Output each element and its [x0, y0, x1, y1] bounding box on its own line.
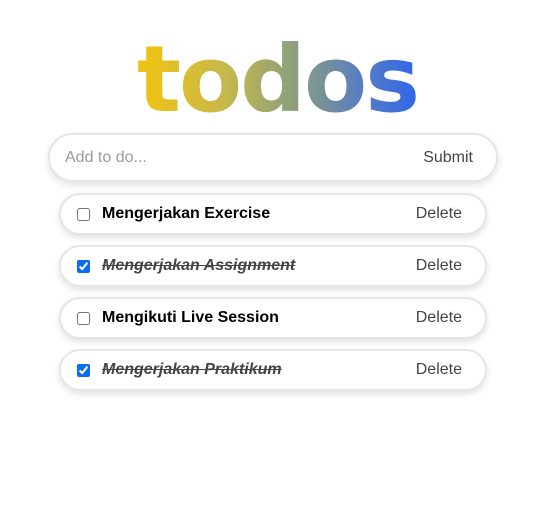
delete-button[interactable]: Delete — [406, 351, 485, 389]
app-title: todos — [0, 30, 555, 130]
todo-checkbox[interactable] — [77, 311, 90, 325]
todo-checkbox[interactable] — [77, 363, 90, 377]
todo-item: Mengerjakan Exercise Delete — [59, 193, 487, 235]
todo-item: Mengerjakan Praktikum Delete — [59, 349, 487, 391]
todo-list: Mengerjakan Exercise Delete Mengerjakan … — [59, 193, 487, 401]
todo-label: Mengerjakan Praktikum — [102, 361, 282, 378]
todo-item: Mengikuti Live Session Delete — [59, 297, 487, 339]
delete-button[interactable]: Delete — [406, 195, 485, 233]
delete-button[interactable]: Delete — [406, 247, 485, 285]
todo-label: Mengikuti Live Session — [102, 309, 279, 326]
submit-button[interactable]: Submit — [413, 135, 496, 180]
add-todo-form: Submit — [48, 133, 498, 182]
todo-label: Mengerjakan Assignment — [102, 257, 296, 274]
app-title-text: todos — [136, 26, 420, 133]
todo-app: todos Submit Mengerjakan Exercise Delete… — [0, 0, 555, 507]
todo-label: Mengerjakan Exercise — [102, 205, 271, 222]
delete-button[interactable]: Delete — [406, 299, 485, 337]
todo-checkbox[interactable] — [77, 207, 90, 221]
add-todo-input[interactable] — [50, 135, 414, 180]
todo-item: Mengerjakan Assignment Delete — [59, 245, 487, 287]
todo-checkbox[interactable] — [77, 259, 90, 273]
